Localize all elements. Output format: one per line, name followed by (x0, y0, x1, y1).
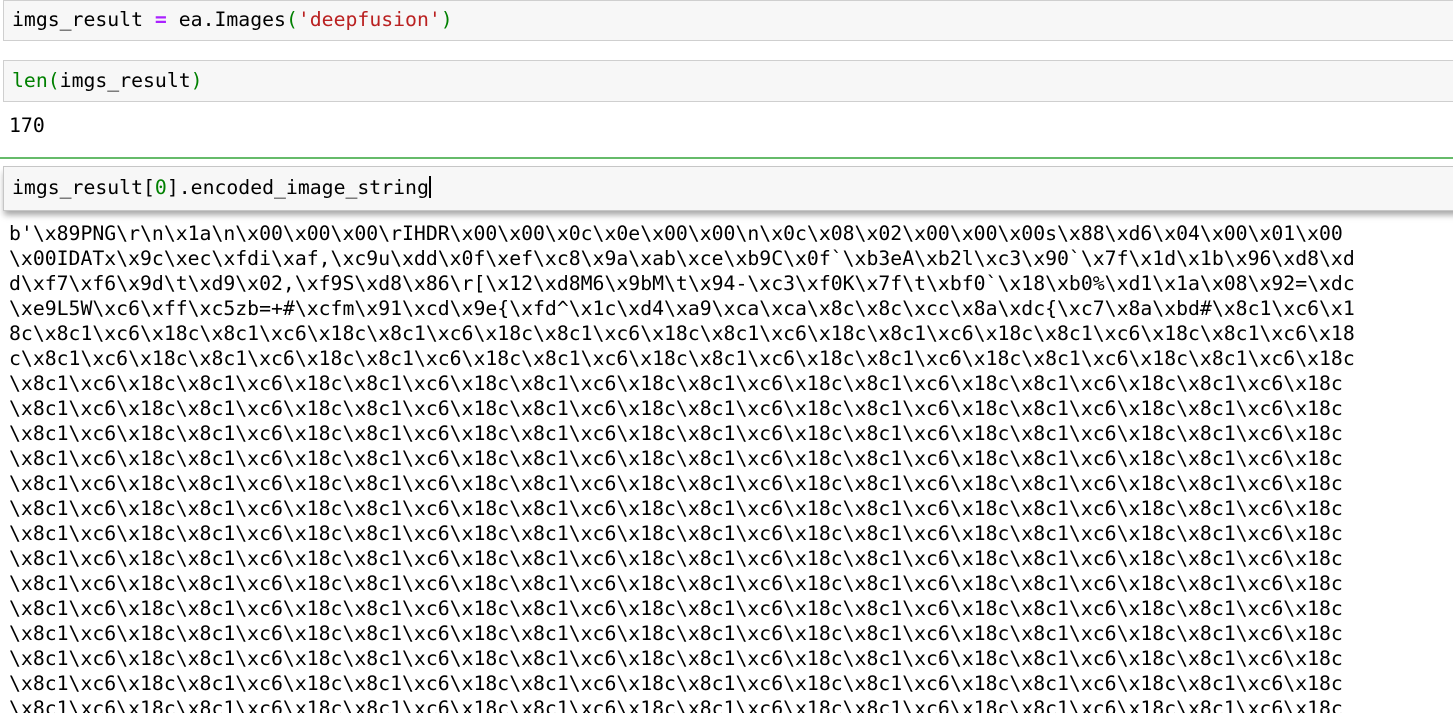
code-cell-3-output: b'\x89PNG\r\n\x1a\n\x00\x00\x00\rIHDR\x0… (9, 221, 1449, 713)
output-line: \x8c1\xc6\x18c\x8c1\xc6\x18c\x8c1\xc6\x1… (9, 672, 1343, 695)
code-line[interactable]: imgs_result[0].encoded_image_string (12, 174, 431, 202)
code-token-string: 'deepfusion' (297, 8, 441, 31)
code-token-builtin: len (12, 69, 48, 92)
output-line: \xe9L5W\xc6\xff\xc5zb=+#\xcfm\x91\xcd\x9… (9, 297, 1355, 320)
code-token-number: 0 (154, 176, 167, 199)
output-line: \x8c1\xc6\x18c\x8c1\xc6\x18c\x8c1\xc6\x1… (9, 697, 1343, 713)
output-line: \x8c1\xc6\x18c\x8c1\xc6\x18c\x8c1\xc6\x1… (9, 497, 1343, 520)
output-line: b'\x89PNG\r\n\x1a\n\x00\x00\x00\rIHDR\x0… (9, 222, 1343, 245)
output-line: d\xf7\xf6\x9d\t\xd9\x02,\xf9S\xd8\x86\r[… (9, 272, 1355, 295)
output-line: 8c\x8c1\xc6\x18c\x8c1\xc6\x18c\x8c1\xc6\… (9, 322, 1355, 345)
code-token-attribute: ].encoded_image_string (166, 176, 429, 199)
code-token-paren-open: ( (285, 8, 298, 31)
code-line[interactable]: len(imgs_result) (12, 67, 203, 95)
code-token-variable: imgs_result (12, 8, 144, 31)
output-line: \x8c1\xc6\x18c\x8c1\xc6\x18c\x8c1\xc6\x1… (9, 547, 1343, 570)
code-token-variable: imgs_result[ (12, 176, 155, 199)
output-line: \x8c1\xc6\x18c\x8c1\xc6\x18c\x8c1\xc6\x1… (9, 472, 1343, 495)
output-line: \x00IDATx\x9c\xec\xfdi\xaf,\xc9u\xdd\x0f… (9, 247, 1355, 270)
output-line: \x8c1\xc6\x18c\x8c1\xc6\x18c\x8c1\xc6\x1… (9, 422, 1343, 445)
code-token-paren-close: ) (440, 8, 453, 31)
output-line: \x8c1\xc6\x18c\x8c1\xc6\x18c\x8c1\xc6\x1… (9, 522, 1343, 545)
text-cursor (428, 176, 431, 198)
code-cell-3-input[interactable]: imgs_result[0].encoded_image_string (3, 166, 1453, 211)
selected-cell-indicator (0, 157, 1453, 159)
code-token-variable: imgs_result (59, 69, 191, 92)
output-line: \x8c1\xc6\x18c\x8c1\xc6\x18c\x8c1\xc6\x1… (9, 572, 1343, 595)
code-token-paren-close: ) (190, 69, 203, 92)
code-cell-2-output: 170 (9, 114, 45, 137)
output-line: \x8c1\xc6\x18c\x8c1\xc6\x18c\x8c1\xc6\x1… (9, 622, 1343, 645)
output-line: \x8c1\xc6\x18c\x8c1\xc6\x18c\x8c1\xc6\x1… (9, 447, 1343, 470)
output-line: \x8c1\xc6\x18c\x8c1\xc6\x18c\x8c1\xc6\x1… (9, 597, 1343, 620)
code-cell-2-input[interactable]: len(imgs_result) (3, 60, 1453, 102)
code-token-paren-open: ( (47, 69, 60, 92)
code-token-object: ea.Images (178, 8, 286, 31)
code-cell-1-input[interactable]: imgs_result = ea.Images('deepfusion') (3, 0, 1453, 41)
code-line[interactable]: imgs_result = ea.Images('deepfusion') (12, 6, 453, 34)
output-line: \x8c1\xc6\x18c\x8c1\xc6\x18c\x8c1\xc6\x1… (9, 397, 1343, 420)
output-line: \x8c1\xc6\x18c\x8c1\xc6\x18c\x8c1\xc6\x1… (9, 372, 1343, 395)
output-line: \x8c1\xc6\x18c\x8c1\xc6\x18c\x8c1\xc6\x1… (9, 647, 1343, 670)
code-token-operator: = (143, 8, 179, 31)
output-line: c\x8c1\xc6\x18c\x8c1\xc6\x18c\x8c1\xc6\x… (9, 347, 1355, 370)
